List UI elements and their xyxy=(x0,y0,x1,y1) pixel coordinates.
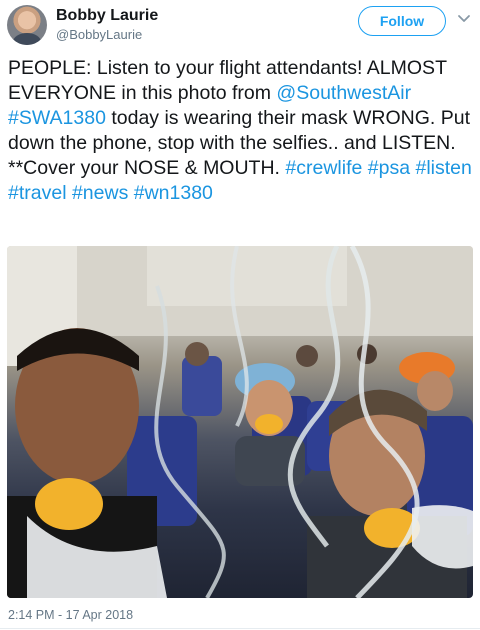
tweet-text: PEOPLE: Listen to your flight attendants… xyxy=(8,56,474,206)
hashtag-link[interactable]: #wn1380 xyxy=(134,182,213,204)
avatar[interactable] xyxy=(7,5,47,45)
chevron-down-icon[interactable] xyxy=(457,12,471,26)
tweet-header: Bobby Laurie @BobbyLaurie Follow xyxy=(0,0,480,52)
mention-link[interactable]: @SouthwestAir xyxy=(276,82,411,104)
hashtag-link[interactable]: #psa xyxy=(368,157,410,179)
divider xyxy=(0,628,480,629)
hashtag-link[interactable]: #SWA1380 xyxy=(8,107,106,129)
tweet-photo[interactable] xyxy=(7,246,473,598)
cabin-photo-illustration xyxy=(7,246,473,598)
user-handle[interactable]: @BobbyLaurie xyxy=(56,27,142,42)
hashtag-link[interactable]: #listen xyxy=(415,157,471,179)
tweet-timestamp[interactable]: 2:14 PM - 17 Apr 2018 xyxy=(8,608,133,622)
hashtag-link[interactable]: #crewlife xyxy=(285,157,362,179)
follow-button[interactable]: Follow xyxy=(358,6,446,36)
hashtag-link[interactable]: #travel xyxy=(8,182,67,204)
hashtag-link[interactable]: #news xyxy=(72,182,128,204)
user-name[interactable]: Bobby Laurie xyxy=(56,7,158,25)
